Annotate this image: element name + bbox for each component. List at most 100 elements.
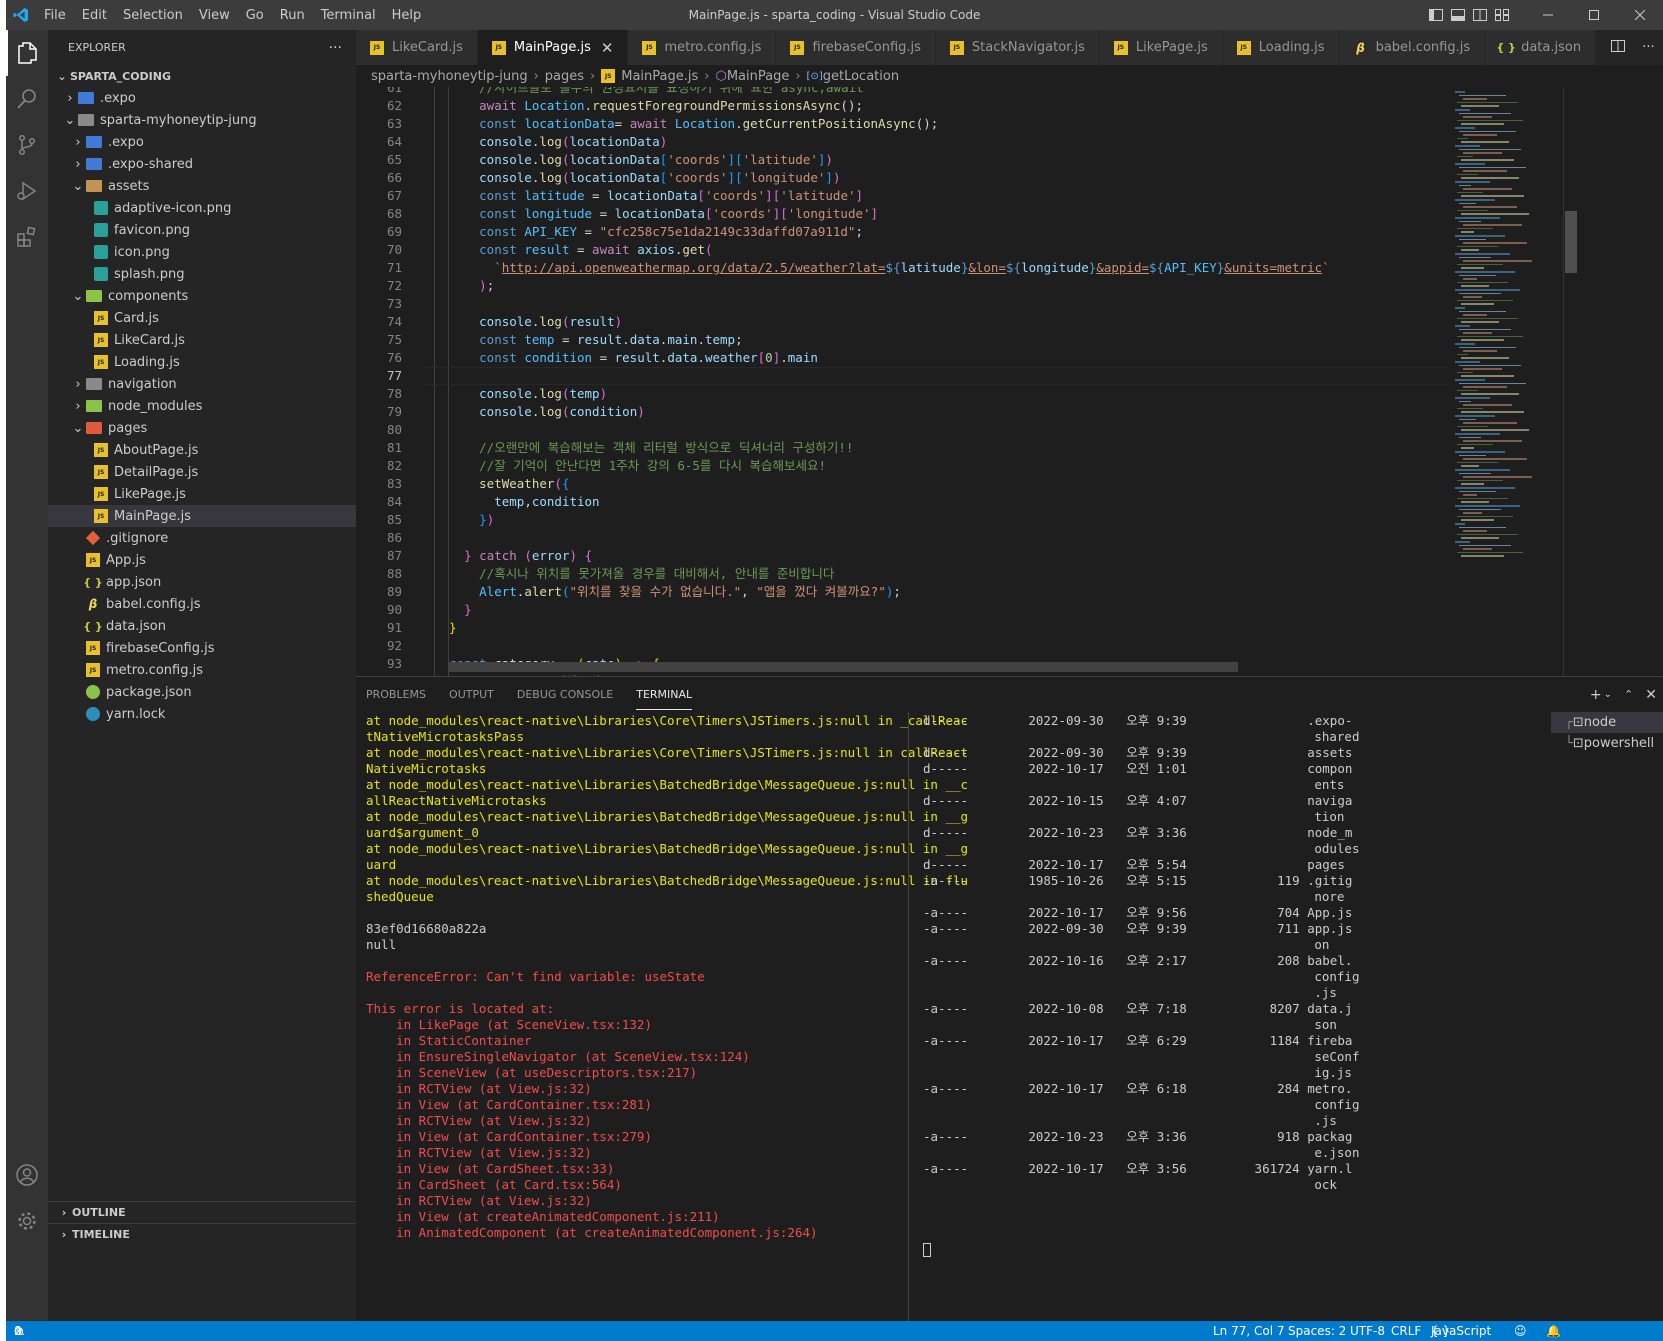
tree-item[interactable]: JS firebaseConfig.js xyxy=(48,637,356,659)
breadcrumb-item[interactable]: getLocation xyxy=(823,69,899,84)
tree-item[interactable]: { } data.json xyxy=(48,615,356,637)
panel-tab[interactable]: OUTPUT xyxy=(449,680,494,709)
tree-item[interactable]: ⌄ components xyxy=(48,285,356,307)
manage-gear-icon[interactable] xyxy=(6,1198,48,1244)
indentation[interactable]: Spaces: 2 xyxy=(1288,1321,1346,1341)
tree-item[interactable]: › navigation xyxy=(48,373,356,395)
tree-item[interactable]: JS Loading.js xyxy=(48,351,356,373)
editor-tab[interactable]: JS LikePage.js xyxy=(1099,30,1223,65)
close-tab-icon[interactable]: ✕ xyxy=(601,39,614,57)
chevron-down-icon[interactable]: ⌄ xyxy=(1604,689,1612,700)
extensions-icon[interactable] xyxy=(6,214,48,260)
close-panel-icon[interactable]: ✕ xyxy=(1645,687,1657,703)
timeline-section[interactable]: › TIMELINE xyxy=(48,1223,356,1245)
explorer-icon[interactable] xyxy=(6,30,48,76)
notifications-bell-icon[interactable]: 🔔 xyxy=(1546,1321,1561,1341)
tree-item[interactable]: › .expo-shared xyxy=(48,153,356,175)
menu-run[interactable]: Run xyxy=(272,8,313,23)
menu-terminal[interactable]: Terminal xyxy=(313,8,384,23)
breadcrumb-item[interactable]: sparta-myhoneytip-jung xyxy=(371,69,528,84)
tree-item[interactable]: yarn.lock xyxy=(48,703,356,725)
menu-view[interactable]: View xyxy=(191,8,238,23)
search-icon[interactable] xyxy=(6,76,48,122)
editor-tab[interactable]: JS Loading.js xyxy=(1222,30,1340,65)
minimize-button[interactable] xyxy=(1525,0,1571,30)
more-actions-icon[interactable]: ··· xyxy=(1642,40,1654,55)
breadcrumb-item[interactable]: pages xyxy=(545,69,584,84)
editor-tab[interactable]: β babel.config.js xyxy=(1339,30,1486,65)
workspace-root[interactable]: ⌄ SPARTA_CODING xyxy=(48,65,356,87)
tree-item[interactable]: ⌄ sparta-myhoneytip-jung xyxy=(48,109,356,131)
toggle-secondary-sidebar-icon[interactable] xyxy=(1469,0,1491,30)
customize-layout-icon[interactable] xyxy=(1491,0,1513,30)
toggle-sidebar-icon[interactable] xyxy=(1425,0,1447,30)
tree-item[interactable]: JS MainPage.js xyxy=(48,505,356,527)
tree-item[interactable]: package.json xyxy=(48,681,356,703)
tree-item[interactable]: .gitignore xyxy=(48,527,356,549)
editor-tab[interactable]: JS metro.config.js xyxy=(628,30,777,65)
split-editor-icon[interactable] xyxy=(1611,39,1626,56)
tree-item[interactable]: adaptive-icon.png xyxy=(48,197,356,219)
breadcrumb-item[interactable]: MainPage.js xyxy=(621,69,698,84)
run-debug-icon[interactable] xyxy=(6,168,48,214)
tree-item[interactable]: JS LikePage.js xyxy=(48,483,356,505)
panel-tab[interactable]: DEBUG CONSOLE xyxy=(517,680,613,709)
more-actions-icon[interactable]: ··· xyxy=(329,40,342,56)
tree-item-label: LikePage.js xyxy=(114,486,186,502)
code-line: 68 const longitude = locationData['coord… xyxy=(356,205,1446,223)
editor-tab[interactable]: JS MainPage.js ✕ xyxy=(477,30,629,65)
tree-item[interactable]: › node_modules xyxy=(48,395,356,417)
source-control-icon[interactable] xyxy=(6,122,48,168)
breadcrumb-item[interactable]: MainPage xyxy=(727,69,790,84)
tree-item[interactable]: › .expo xyxy=(48,131,356,153)
feedback-icon[interactable]: ☺ xyxy=(1514,1321,1527,1341)
code-editor[interactable]: 61 //사이트들로 폴두의 권정요서를 표정하기 위해 요한 async,aw… xyxy=(356,87,1446,676)
tree-item[interactable]: ⌄ assets xyxy=(48,175,356,197)
tree-item[interactable]: ⌄ pages xyxy=(48,417,356,439)
close-window-button[interactable] xyxy=(1617,0,1663,30)
toggle-panel-icon[interactable] xyxy=(1447,0,1469,30)
tree-item[interactable]: { } app.json xyxy=(48,571,356,593)
tree-item[interactable]: icon.png xyxy=(48,241,356,263)
tree-item[interactable]: JS metro.config.js xyxy=(48,659,356,681)
editor-scrollbar[interactable] xyxy=(1563,87,1577,676)
cursor-position[interactable]: Ln 77, Col 7 xyxy=(1213,1321,1285,1341)
menu-go[interactable]: Go xyxy=(238,8,272,23)
menu-file[interactable]: File xyxy=(36,8,74,23)
panel-tab[interactable]: PROBLEMS xyxy=(366,680,426,709)
tree-item[interactable]: › .expo xyxy=(48,87,356,109)
js-file-icon: JS xyxy=(491,40,506,55)
editor-tab[interactable]: { } data.json xyxy=(1485,30,1597,65)
tree-item[interactable]: JS LikeCard.js xyxy=(48,329,356,351)
new-terminal-icon[interactable]: + xyxy=(1590,687,1602,703)
tree-item[interactable]: JS DetailPage.js xyxy=(48,461,356,483)
outline-section[interactable]: › OUTLINE xyxy=(48,1201,356,1223)
menu-selection[interactable]: Selection xyxy=(115,8,191,23)
terminal-instance[interactable]: └ ⊡ powershell xyxy=(1551,733,1663,754)
editor-tab[interactable]: JS LikeCard.js xyxy=(356,30,478,65)
terminal-right[interactable]: d----- 2022-09-30 오후 9:39 .expo- shared d… xyxy=(923,713,1463,1257)
code-text: const longitude = locationData['coords']… xyxy=(434,206,879,221)
line-ending[interactable]: CRLF xyxy=(1391,1321,1421,1341)
tree-item[interactable]: JS Card.js xyxy=(48,307,356,329)
tree-item[interactable]: splash.png xyxy=(48,263,356,285)
panel-tab[interactable]: TERMINAL xyxy=(636,680,693,710)
editor-tab[interactable]: JS firebaseConfig.js xyxy=(776,30,936,65)
tree-item[interactable]: favicon.png xyxy=(48,219,356,241)
tree-item[interactable]: JS App.js xyxy=(48,549,356,571)
terminal-instance[interactable]: ┌ ⊡ node xyxy=(1551,712,1663,733)
terminal-line: d----- 2022-10-23 오후 3:36 node_m xyxy=(923,825,1353,840)
menu-edit[interactable]: Edit xyxy=(74,8,115,23)
encoding[interactable]: UTF-8 xyxy=(1350,1321,1385,1341)
editor-tab[interactable]: JS StackNavigator.js xyxy=(935,30,1100,65)
horizontal-scrollbar[interactable] xyxy=(448,662,1238,672)
maximize-button[interactable] xyxy=(1571,0,1617,30)
tree-item[interactable]: JS AboutPage.js xyxy=(48,439,356,461)
terminal-left[interactable]: at node_modules\react-native\Libraries\C… xyxy=(366,713,968,1241)
menu-help[interactable]: Help xyxy=(384,8,430,23)
minimap[interactable] xyxy=(1451,87,1563,676)
tree-item[interactable]: β babel.config.js xyxy=(48,593,356,615)
accounts-icon[interactable] xyxy=(6,1152,48,1198)
terminal-line: e.json xyxy=(923,1145,1360,1160)
maximize-panel-icon[interactable]: ⌃ xyxy=(1624,688,1633,701)
